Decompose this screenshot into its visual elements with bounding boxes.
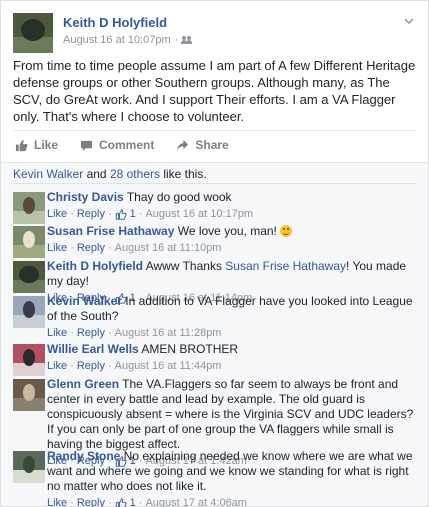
divider (13, 183, 416, 184)
post-meta: August 16 at 10:07pm · (63, 34, 192, 46)
comment-like-link[interactable]: Like (47, 359, 67, 374)
smile-emoji-icon (280, 225, 293, 237)
comment-timestamp[interactable]: August 17 at 4:06am (145, 496, 247, 507)
commenter-name[interactable]: Glenn Green (47, 377, 119, 391)
chevron-down-icon[interactable] (402, 15, 416, 29)
share-label: Share (195, 138, 229, 152)
commenter-name[interactable]: Randy Stone (47, 449, 120, 463)
others-link[interactable]: 28 others (110, 167, 160, 181)
like-icon (15, 139, 28, 151)
commenter-avatar[interactable] (13, 379, 45, 411)
comment-text: We love you, man! (174, 224, 281, 238)
comment-timestamp[interactable]: August 16 at 11:10pm (115, 241, 222, 256)
commenter-avatar[interactable] (13, 192, 45, 224)
comment-timestamp[interactable]: August 16 at 10:17pm (145, 207, 253, 222)
comment-label: Comment (99, 138, 155, 152)
comment-timestamp[interactable]: August 16 at 11:28pm (115, 326, 222, 341)
commenter-name[interactable]: Kevin Walker (47, 294, 122, 308)
liker-name[interactable]: Kevin Walker (13, 167, 83, 181)
comment-reply-link[interactable]: Reply (77, 359, 105, 374)
comment-like-count[interactable]: 1 (130, 496, 136, 507)
comments-section: Kevin Walker and 28 others like this. Ch… (0, 162, 429, 507)
comment-like-link[interactable]: Like (47, 241, 67, 256)
comment-meta: Like · Reply · August 16 at 11:10pm (47, 241, 222, 256)
comment-button[interactable]: Comment (80, 138, 154, 152)
like-label: Like (34, 138, 59, 152)
post-actions: Like Comment Share (13, 130, 416, 159)
comment-reply-link[interactable]: Reply (77, 326, 105, 341)
comment-like-link[interactable]: Like (47, 207, 67, 222)
comment-meta: Like · Reply · August 16 at 11:28pm (47, 326, 222, 341)
comment-timestamp[interactable]: August 16 at 11:44pm (115, 359, 222, 374)
comment-meta: Like · Reply · August 16 at 11:44pm (47, 359, 222, 374)
commenter-name[interactable]: Christy Davis (47, 190, 124, 204)
comment-icon (80, 140, 93, 151)
comment-like-link[interactable]: Like (47, 326, 67, 341)
comment-like-count[interactable]: 1 (130, 207, 136, 222)
like-button[interactable]: Like (15, 138, 58, 152)
thumbs-up-icon (115, 209, 127, 220)
commenter-name[interactable]: Susan Frise Hathaway (47, 224, 174, 238)
commenter-avatar[interactable] (13, 296, 45, 328)
post-author[interactable]: Keith D Holyfield (63, 15, 167, 30)
share-icon (177, 139, 189, 151)
friends-icon[interactable] (181, 36, 192, 44)
author-avatar[interactable] (13, 13, 53, 53)
likes-summary: Kevin Walker and 28 others like this. (13, 167, 207, 181)
commenter-avatar[interactable] (13, 261, 45, 293)
comment-reply-link[interactable]: Reply (77, 207, 105, 222)
commenter-name[interactable]: Willie Earl Wells (47, 342, 139, 356)
post-text: From time to time people assume I am par… (13, 58, 416, 124)
comment-reply-link[interactable]: Reply (77, 241, 105, 256)
tagged-user-link[interactable]: Susan Frise Hathaway (225, 259, 346, 273)
meta-separator: · (174, 34, 179, 46)
commenter-avatar[interactable] (13, 451, 45, 483)
comment-text: Thay do good wook (123, 190, 232, 204)
post-card: Keith D Holyfield August 16 at 10:07pm ·… (0, 0, 429, 162)
share-button[interactable]: Share (176, 138, 229, 152)
thumbs-up-icon (115, 498, 127, 507)
commenter-avatar[interactable] (13, 226, 45, 258)
comment-meta: Like · Reply · 1 · August 16 at 10:17pm (47, 207, 254, 222)
comment-reply-link[interactable]: Reply (77, 496, 105, 507)
post-timestamp[interactable]: August 16 at 10:07pm (63, 34, 171, 46)
comment-text: AMEN BROTHER (138, 342, 239, 356)
commenter-avatar[interactable] (13, 344, 45, 376)
comment-meta: Like · Reply · 1 · August 17 at 4:06am (47, 496, 418, 507)
comment-like-link[interactable]: Like (47, 496, 67, 507)
commenter-name[interactable]: Keith D Holyfield (47, 259, 143, 273)
